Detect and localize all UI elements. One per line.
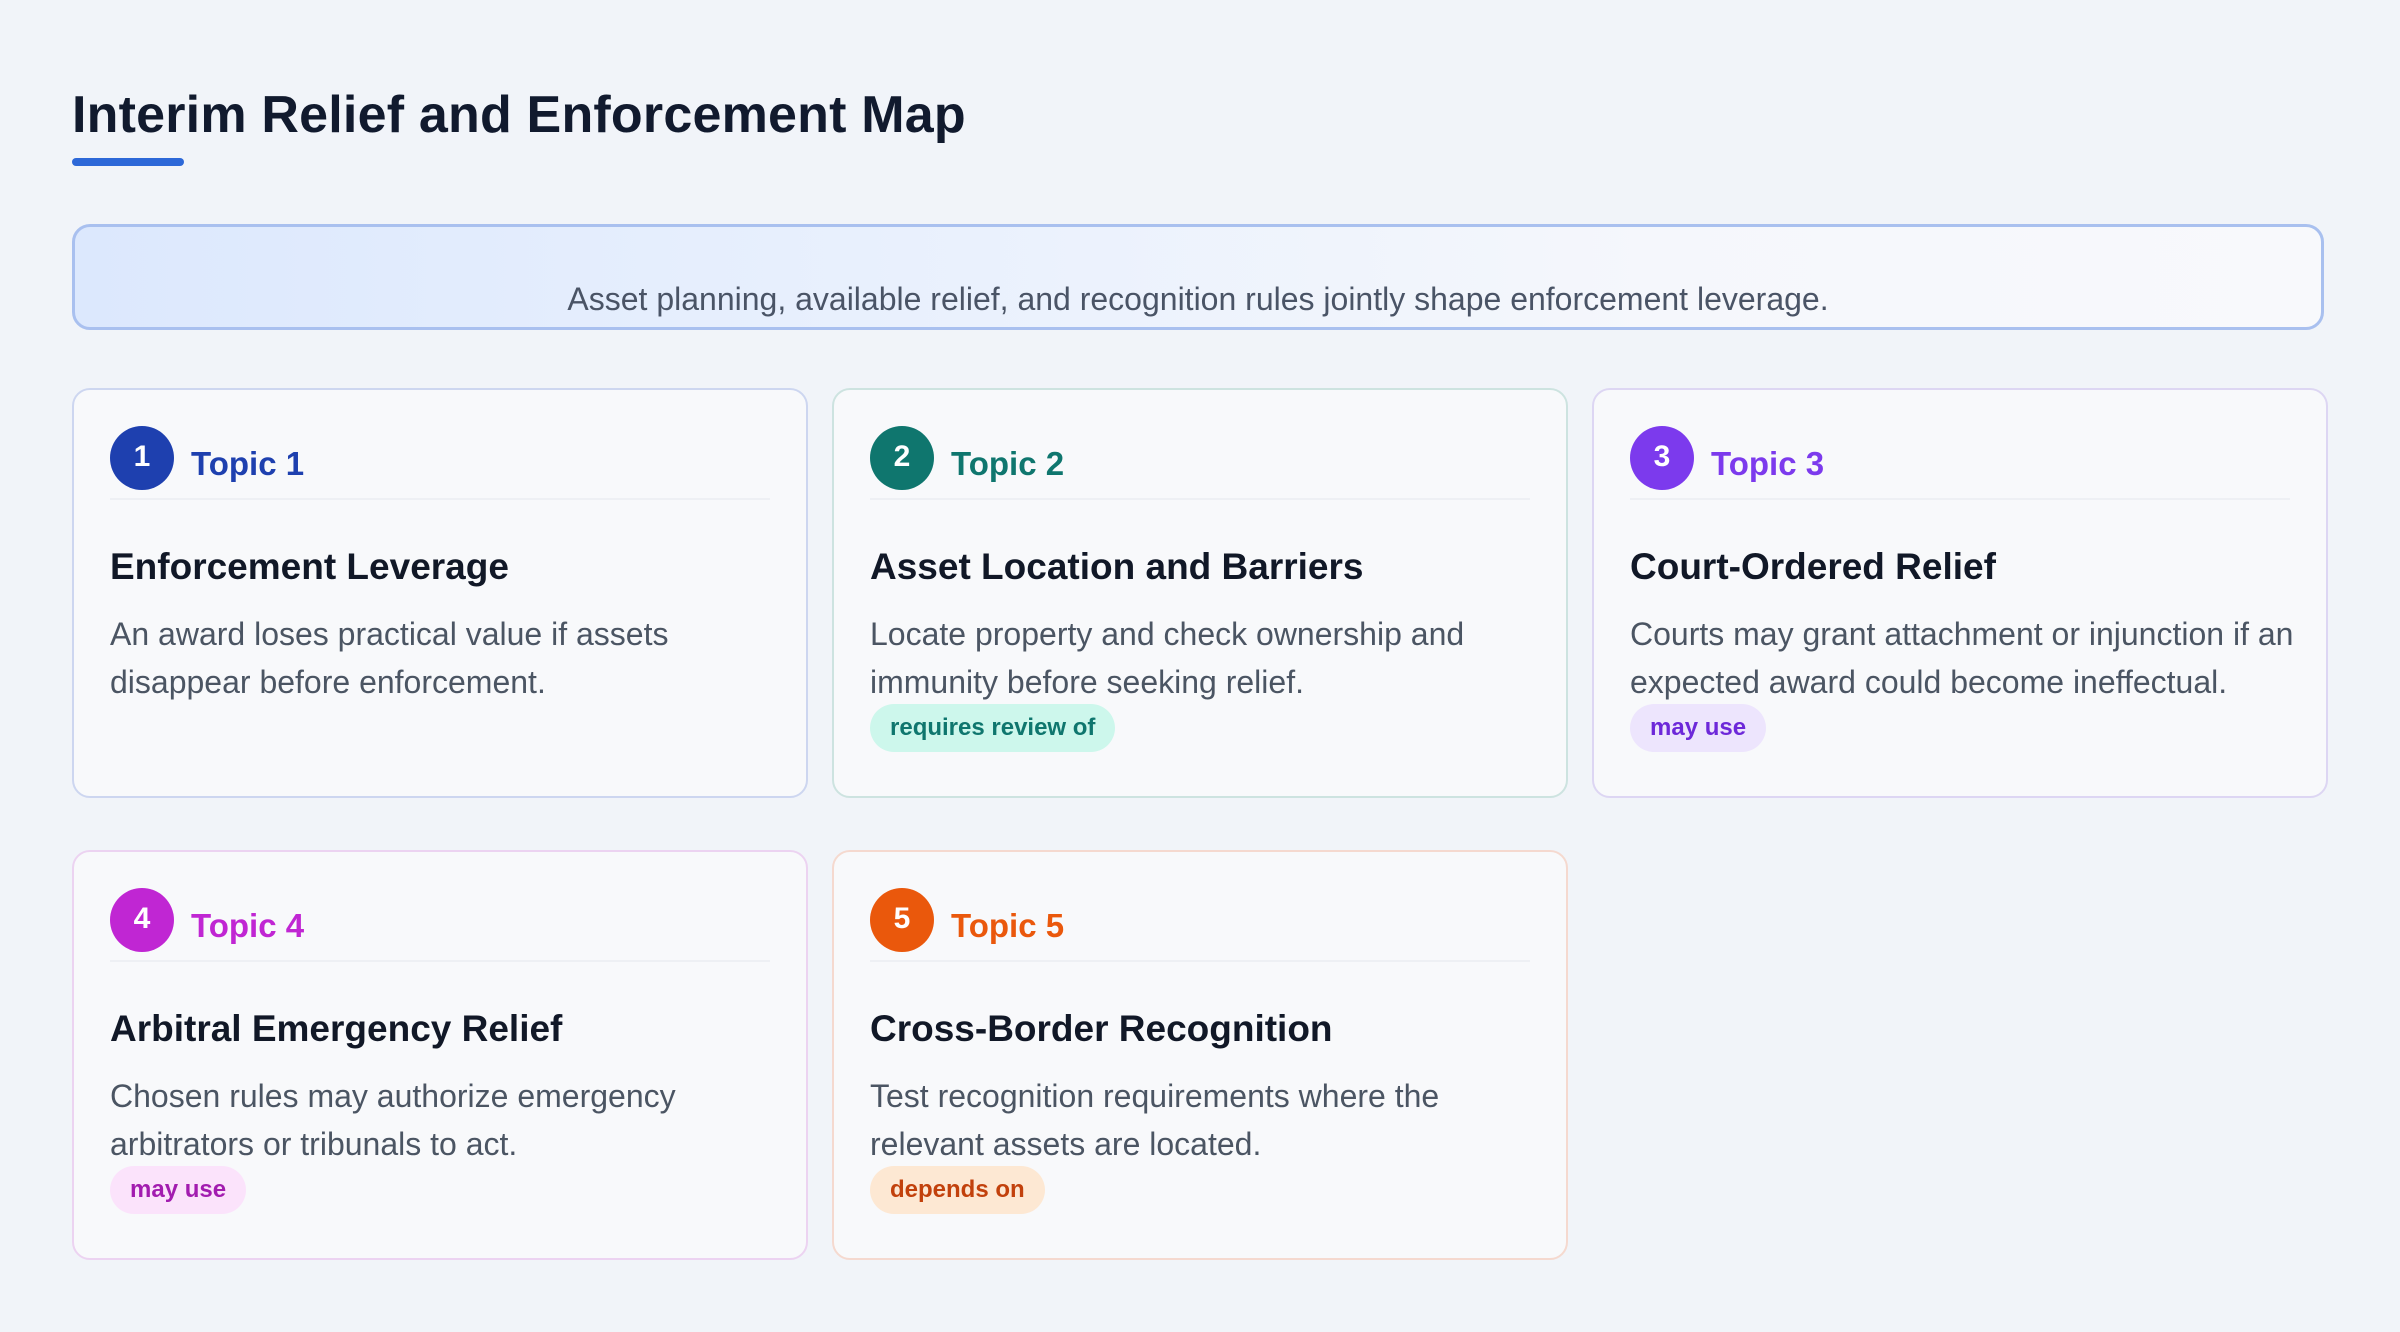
topic-label: Topic 4 xyxy=(191,907,305,944)
card-title: Asset Location and Barriers xyxy=(870,546,1364,587)
topic-number-badge: 1 xyxy=(110,426,174,490)
card-header: 1 Topic 1 xyxy=(110,426,770,500)
relation-tag: requires review of xyxy=(870,704,1116,752)
card-header: 5 Topic 5 xyxy=(870,888,1530,962)
summary-text: Asset planning, available relief, and re… xyxy=(567,281,1829,317)
topic-number-badge: 2 xyxy=(870,426,934,490)
card-title: Cross-Border Recognition xyxy=(870,1008,1333,1049)
topic-number-badge: 4 xyxy=(110,888,174,952)
relation-tag: depends on xyxy=(870,1166,1045,1214)
card-description: Test recognition requirements where the … xyxy=(870,1078,1440,1162)
card-description: Chosen rules may authorize emergency arb… xyxy=(110,1078,676,1162)
card-header: 2 Topic 2 xyxy=(870,426,1530,500)
card-description: Courts may grant attachment or injunctio… xyxy=(1630,616,2294,700)
topic-label: Topic 1 xyxy=(191,445,305,482)
topic-card-3: 3 Topic 3 Court-Ordered Relief Courts ma… xyxy=(1592,388,2328,798)
card-header: 4 Topic 4 xyxy=(110,888,770,962)
card-header: 3 Topic 3 xyxy=(1630,426,2290,500)
topic-card-2: 2 Topic 2 Asset Location and Barriers Lo… xyxy=(832,388,1568,798)
relation-tag: may use xyxy=(1630,704,1767,752)
topic-label: Topic 3 xyxy=(1711,445,1825,482)
topic-number-badge: 3 xyxy=(1630,426,1694,490)
card-description: An award loses practical value if assets… xyxy=(110,616,669,700)
page-title: Interim Relief and Enforcement Map xyxy=(72,86,966,144)
relation-tag: may use xyxy=(110,1166,247,1214)
topic-card-4: 4 Topic 4 Arbitral Emergency Relief Chos… xyxy=(72,850,808,1260)
summary-banner: Asset planning, available relief, and re… xyxy=(72,224,2324,330)
topic-label: Topic 5 xyxy=(951,907,1065,944)
card-title: Enforcement Leverage xyxy=(110,546,509,587)
card-title: Arbitral Emergency Relief xyxy=(110,1008,563,1049)
topic-card-5: 5 Topic 5 Cross-Border Recognition Test … xyxy=(832,850,1568,1260)
card-title: Court-Ordered Relief xyxy=(1630,546,1996,587)
title-underline xyxy=(72,158,184,166)
topic-card-1: 1 Topic 1 Enforcement Leverage An award … xyxy=(72,388,808,798)
card-description: Locate property and check ownership and … xyxy=(870,616,1465,700)
topic-label: Topic 2 xyxy=(951,445,1065,482)
topic-number-badge: 5 xyxy=(870,888,934,952)
